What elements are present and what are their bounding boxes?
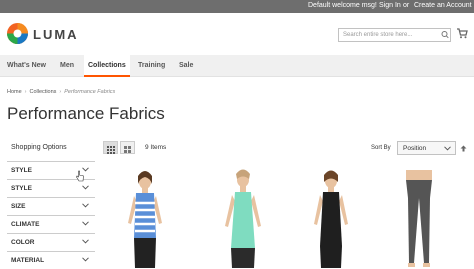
chevron-down-icon (444, 146, 451, 151)
shopping-options-heading: Shopping Options (11, 144, 67, 151)
breadcrumb-collections[interactable]: Collections (30, 89, 57, 95)
chevron-down-icon (82, 221, 89, 226)
breadcrumb-separator: › (24, 89, 27, 95)
chevron-down-icon (82, 239, 89, 244)
logo-text: LUMA (33, 27, 79, 42)
filter-label: CLIMATE (11, 221, 40, 228)
sort-select-value: Position (403, 145, 427, 152)
grid-icon (107, 146, 115, 154)
filter-material[interactable]: MATERIAL (7, 251, 95, 269)
sort-select[interactable]: Position (397, 141, 456, 155)
filter-size[interactable]: SIZE (7, 197, 95, 215)
nav-item-collections[interactable]: Collections (84, 55, 130, 77)
breadcrumb-home[interactable]: Home (7, 89, 22, 95)
product-image[interactable] (384, 168, 454, 268)
grid-view-button[interactable] (103, 141, 118, 154)
filter-label: COLOR (11, 239, 35, 246)
list-icon (124, 146, 131, 153)
product-image[interactable] (296, 168, 366, 268)
filter-label: STYLE (11, 185, 32, 192)
search-input[interactable]: Search entire store here... (338, 28, 451, 42)
sort-by-label: Sort By (371, 145, 391, 151)
breadcrumb: Home › Collections › Performance Fabrics (7, 89, 115, 95)
top-bar: Default welcome msg! Sign In or Create a… (0, 0, 474, 13)
filter-label: SIZE (11, 203, 26, 210)
luma-logo-icon[interactable] (7, 23, 28, 44)
sign-in-link[interactable]: Sign In (379, 2, 401, 9)
item-count: 9 Items (145, 144, 167, 151)
chevron-down-icon (82, 185, 89, 190)
product-image[interactable] (110, 168, 180, 268)
chevron-down-icon (82, 257, 89, 262)
or-text: or (403, 2, 410, 9)
welcome-message: Default welcome msg! (308, 2, 377, 9)
nav-item-sale[interactable]: Sale (179, 55, 193, 77)
hand-cursor-icon (76, 170, 84, 182)
nav-item-training[interactable]: Training (138, 55, 165, 77)
list-view-button[interactable] (120, 141, 135, 154)
breadcrumb-current: Performance Fabrics (64, 89, 116, 95)
page-title: Performance Fabrics (7, 104, 165, 123)
nav-item-whats-new[interactable]: What's New (7, 55, 46, 77)
search-icon[interactable] (440, 28, 450, 42)
create-account-link[interactable]: Create an Account (414, 2, 472, 9)
main-nav: What's New Men Collections Training Sale (0, 55, 474, 77)
product-image[interactable] (208, 168, 278, 268)
filter-label: MATERIAL (11, 257, 45, 264)
header: LUMA Search entire store here... (0, 13, 474, 55)
breadcrumb-separator: › (59, 89, 62, 95)
nav-item-men[interactable]: Men (60, 55, 74, 77)
sort-direction-arrow-icon[interactable] (460, 145, 467, 152)
filter-label: STYLE (11, 167, 32, 174)
filter-color[interactable]: COLOR (7, 233, 95, 251)
filter-climate[interactable]: CLIMATE (7, 215, 95, 233)
cart-icon[interactable] (456, 27, 468, 39)
chevron-down-icon (82, 203, 89, 208)
